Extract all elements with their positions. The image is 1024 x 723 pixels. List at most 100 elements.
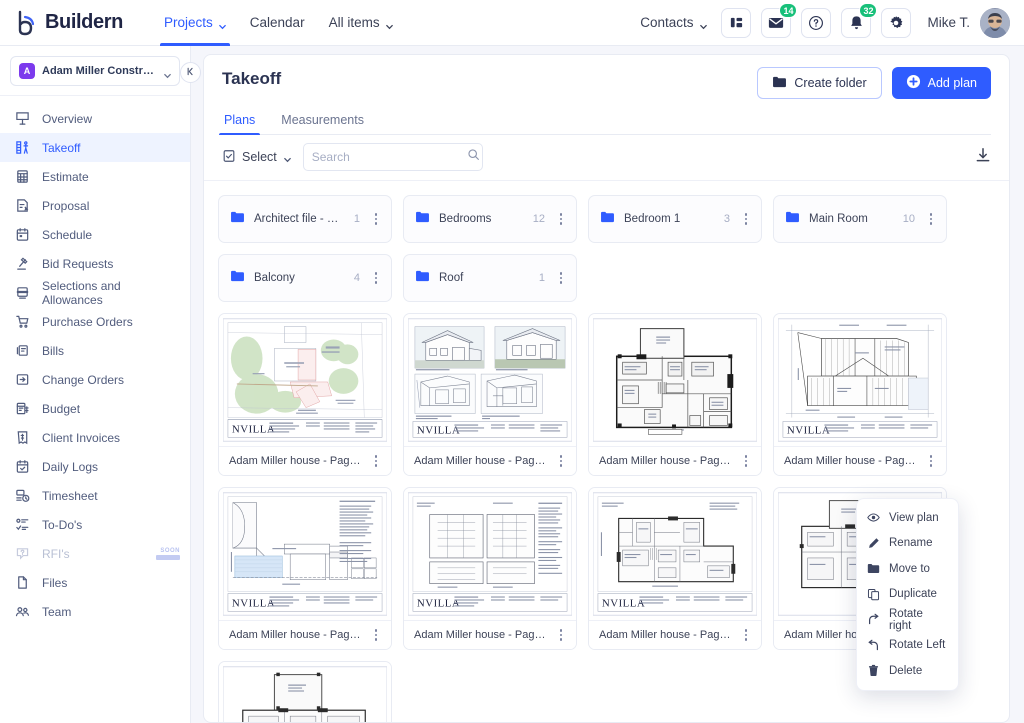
folder-card[interactable]: Bedroom 1 3 [588,195,762,243]
sidebar-item-todos[interactable]: To-Do's [0,510,190,539]
context-menu-item-rotate-left[interactable]: Rotate Left [857,633,958,659]
topnav-item-calendar[interactable]: Calendar [250,0,305,46]
overview-icon [14,111,30,127]
dashboard-button[interactable] [721,7,752,38]
plan-menu-button[interactable] [554,629,568,641]
header-actions: Create folder Add plan [757,67,991,99]
folder-menu-button[interactable] [739,213,753,225]
topnav-item-all-items[interactable]: All items [329,0,393,46]
sidebar-item-budget[interactable]: Budget [0,394,190,423]
select-dropdown[interactable]: Select [222,149,291,166]
sidebar-item-rfis[interactable]: RFI's SOON [0,539,190,568]
sidebar-item-purchase-orders[interactable]: Purchase Orders [0,307,190,336]
svg-text:NVILLA: NVILLA [787,424,830,436]
settings-button[interactable] [881,7,912,38]
sidebar-item-overview[interactable]: Overview [0,104,190,133]
sidebar-item-change-orders[interactable]: Change Orders [0,365,190,394]
plan-thumbnail: NVILLA [219,488,391,620]
site-plan-drawing: NVILLA [223,318,387,442]
create-folder-button[interactable]: Create folder [757,67,882,99]
project-selector[interactable]: A Adam Miller Construction [10,56,180,86]
folder-card[interactable]: Bedrooms 12 [403,195,577,243]
context-menu-label: Rotate right [889,607,923,632]
plan-menu-button[interactable] [924,455,938,467]
context-menu-label: Duplicate [889,588,937,601]
takeoff-icon [14,140,30,156]
context-menu-item-rotate-right[interactable]: Rotate right [857,607,958,633]
tab-plans[interactable]: Plans [218,107,261,135]
help-button[interactable] [801,7,832,38]
folder-menu-button[interactable] [924,213,938,225]
top-navigation: Projects Calendar All items [160,0,393,46]
context-menu-item-move-to[interactable]: Move to [857,556,958,582]
eye-icon [867,511,880,524]
plan-menu-button[interactable] [554,455,568,467]
plan-menu-button[interactable] [739,629,753,641]
contacts-dropdown[interactable]: Contacts [640,15,708,30]
sidebar-item-selections-and-allowances[interactable]: Selections and Allowances [0,278,190,307]
context-menu-item-rename[interactable]: Rename [857,531,958,557]
folder-move-icon [867,562,880,575]
sidebar-label: Proposal [42,198,90,213]
sidebar-item-bills[interactable]: Bills [0,336,190,365]
context-menu-item-view-plan[interactable]: View plan [857,505,958,531]
folder-menu-button[interactable] [369,272,383,284]
folder-icon [415,210,430,228]
plan-card[interactable]: NVILLA [218,313,392,476]
sidebar-item-files[interactable]: Files [0,568,190,597]
folder-menu-button[interactable] [369,213,383,225]
add-plan-button[interactable]: Add plan [891,67,991,99]
folder-icon [785,210,800,228]
sidebar-item-bid-requests[interactable]: Bid Requests [0,249,190,278]
sidebar-item-daily-logs[interactable]: Daily Logs [0,452,190,481]
sidebar-item-timesheet[interactable]: Timesheet [0,481,190,510]
sidebar-item-takeoff[interactable]: Takeoff [0,133,190,162]
client-invoices-icon [14,430,30,446]
sidebar-label: To-Do's [42,517,83,532]
plan-card[interactable]: NVILLA [588,487,762,650]
avatar[interactable] [980,7,1010,38]
folder-menu-button[interactable] [554,213,568,225]
brand-logo[interactable]: Buildern [16,10,152,36]
select-label: Select [242,150,277,164]
plan-menu-button[interactable] [369,455,383,467]
plan-card[interactable]: NVILLA [218,487,392,650]
plan-label: Adam Miller house - Page 5 [229,629,363,641]
folder-card[interactable]: Balcony 4 [218,254,392,302]
sidebar-item-team[interactable]: Team [0,597,190,626]
folder-count: 10 [902,213,915,225]
folder-icon [230,269,245,287]
sidebar-label: Client Invoices [42,430,121,445]
plan-context-menu[interactable]: View plan Rename Move to Duplicate Rotat… [856,498,959,691]
plan-menu-button[interactable] [739,455,753,467]
folder-count: 1 [353,213,360,225]
search-box[interactable] [302,143,483,171]
search-input[interactable] [311,150,467,164]
sidebar-item-schedule[interactable]: Schedule [0,220,190,249]
folder-card[interactable]: Main Room 10 [773,195,947,243]
context-menu-item-delete[interactable]: Delete [857,658,958,684]
plan-card[interactable]: NVILLA [403,313,577,476]
sidebar-item-proposal[interactable]: Proposal [0,191,190,220]
estimate-icon [14,169,30,185]
plan-card[interactable]: NVILLA [773,313,947,476]
plan-thumbnail [589,314,761,446]
mail-button[interactable]: 14 [761,2,798,38]
plan-card[interactable]: Adam Miller house - Page 3 [588,313,762,476]
tab-measurements[interactable]: Measurements [279,107,366,134]
plan-card[interactable]: NVILLA [403,487,577,650]
rfis-icon [14,546,30,562]
topnav-item-projects[interactable]: Projects [160,0,230,46]
collapse-sidebar-button[interactable] [180,62,201,83]
download-button[interactable] [975,147,991,168]
sidebar-label: Daily Logs [42,459,99,474]
folder-menu-button[interactable] [554,272,568,284]
plan-card[interactable]: Adam Miller house - Page 9 [218,661,392,722]
context-menu-item-duplicate[interactable]: Duplicate [857,582,958,608]
folder-card[interactable]: Roof 1 [403,254,577,302]
notifications-button[interactable]: 32 [841,2,878,38]
sidebar-item-client-invoices[interactable]: Client Invoices [0,423,190,452]
plan-menu-button[interactable] [369,629,383,641]
sidebar-item-estimate[interactable]: Estimate [0,162,190,191]
folder-card[interactable]: Architect file - Bluepr... 1 [218,195,392,243]
